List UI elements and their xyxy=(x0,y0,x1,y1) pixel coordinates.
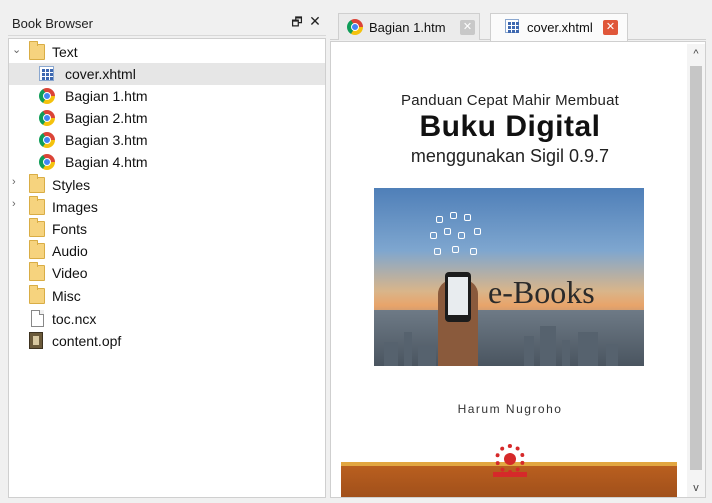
tree-item-label: Images xyxy=(52,199,98,215)
collapsed-chevron-icon[interactable]: › xyxy=(12,176,24,192)
book-browser-titlebar: Book Browser 🗗 ✕ xyxy=(8,10,326,36)
tree-item-bagian-3[interactable]: Bagian 3.htm xyxy=(9,129,325,151)
tree-item-toc-ncx[interactable]: toc.ncx xyxy=(9,308,325,330)
chrome-icon xyxy=(39,132,55,148)
tree-item-cover-xhtml[interactable]: cover.xhtml xyxy=(9,63,325,85)
tree-item-label: Bagian 4.htm xyxy=(65,154,148,170)
ebooks-text: e-Books xyxy=(488,274,595,310)
scroll-down-icon[interactable]: v xyxy=(687,480,705,496)
chrome-icon xyxy=(39,110,55,126)
tree-item-label: Bagian 1.htm xyxy=(65,88,148,104)
folder-icon xyxy=(29,196,45,215)
tree-folder-video[interactable]: Video xyxy=(9,262,325,284)
tree-folder-misc[interactable]: Misc xyxy=(9,285,325,307)
tree-item-bagian-1[interactable]: Bagian 1.htm xyxy=(9,85,325,107)
expanded-chevron-icon[interactable]: ⌄ xyxy=(12,43,24,59)
tab-close-icon[interactable]: ✕ xyxy=(603,20,618,35)
book-browser-title: Book Browser xyxy=(12,16,93,31)
tree-item-content-opf[interactable]: content.opf xyxy=(9,330,325,352)
tree-item-label: Bagian 2.htm xyxy=(65,110,148,126)
folder-icon xyxy=(29,41,45,60)
folder-icon xyxy=(29,218,45,237)
vertical-scrollbar[interactable]: ^ v xyxy=(687,44,705,497)
tree-folder-audio[interactable]: Audio xyxy=(9,240,325,262)
tree-item-label: content.opf xyxy=(52,333,122,349)
tree-item-label: Audio xyxy=(52,243,88,259)
close-panel-icon[interactable]: ✕ xyxy=(308,14,322,28)
tree-item-label: Styles xyxy=(52,177,91,193)
tree-item-label: cover.xhtml xyxy=(65,66,136,82)
chrome-icon xyxy=(347,19,363,35)
city-skyline xyxy=(374,310,644,366)
folder-icon xyxy=(29,174,45,193)
tree-item-bagian-4[interactable]: Bagian 4.htm xyxy=(9,151,325,173)
tab-bagian-1[interactable]: Bagian 1.htm ✕ xyxy=(338,13,480,40)
cover-subtitle-top: Panduan Cepat Mahir Membuat xyxy=(400,92,620,109)
tree-item-bagian-2[interactable]: Bagian 2.htm xyxy=(9,107,325,129)
folder-icon xyxy=(29,240,45,259)
tab-label: Bagian 1.htm xyxy=(369,20,446,35)
chrome-icon xyxy=(39,154,55,170)
file-icon xyxy=(31,310,44,327)
sigil-window: Book Browser 🗗 ✕ ⌄ Text cover.xhtml Bagi… xyxy=(0,0,712,503)
cover-author: Harum Nugroho xyxy=(457,402,563,416)
book-browser-panel: Book Browser 🗗 ✕ ⌄ Text cover.xhtml Bagi… xyxy=(8,10,326,498)
tree-folder-images[interactable]: › Images xyxy=(9,196,325,218)
tree-item-label: toc.ncx xyxy=(52,311,97,327)
tree-folder-text[interactable]: ⌄ Text xyxy=(9,41,325,63)
tab-bar: Bagian 1.htm ✕ cover.xhtml ✕ xyxy=(330,10,706,41)
tab-close-icon[interactable]: ✕ xyxy=(460,20,475,35)
cloud-icons-graphic xyxy=(428,210,492,270)
collapsed-chevron-icon[interactable]: › xyxy=(12,198,24,214)
folder-icon xyxy=(29,285,45,304)
float-panel-icon[interactable]: 🗗 xyxy=(290,15,304,29)
tree-item-label: Bagian 3.htm xyxy=(65,132,148,148)
cover-subtitle-bottom: menggunakan Sigil 0.9.7 xyxy=(410,146,610,166)
scroll-up-icon[interactable]: ^ xyxy=(687,46,705,62)
editor-area: Bagian 1.htm ✕ cover.xhtml ✕ Panduan Cep… xyxy=(330,10,706,498)
xhtml-file-icon xyxy=(39,66,54,81)
tab-label: cover.xhtml xyxy=(527,20,593,35)
tree-folder-fonts[interactable]: Fonts xyxy=(9,218,325,240)
tree-item-label: Fonts xyxy=(52,221,88,237)
cover-title: Buku Digital xyxy=(419,110,601,143)
tree-item-label: Text xyxy=(52,44,78,60)
publisher-logo xyxy=(493,444,527,478)
xhtml-file-icon xyxy=(505,19,519,33)
tree-item-label: Misc xyxy=(52,288,81,304)
folder-icon xyxy=(29,262,45,281)
book-view-pane[interactable]: Panduan Cepat Mahir Membuat Buku Digital… xyxy=(330,41,706,498)
phone-graphic xyxy=(445,272,471,322)
tree-item-label: Video xyxy=(52,265,88,281)
tree-folder-styles[interactable]: › Styles xyxy=(9,174,325,196)
opf-book-icon xyxy=(29,332,43,349)
book-tree: ⌄ Text cover.xhtml Bagian 1.htm Bagian 2… xyxy=(8,38,326,498)
scrollbar-thumb[interactable] xyxy=(690,66,702,470)
tab-cover-xhtml[interactable]: cover.xhtml ✕ xyxy=(490,13,628,41)
chrome-icon xyxy=(39,88,55,104)
cover-page: Panduan Cepat Mahir Membuat Buku Digital… xyxy=(333,44,687,497)
cover-image: e-Books xyxy=(374,188,644,366)
